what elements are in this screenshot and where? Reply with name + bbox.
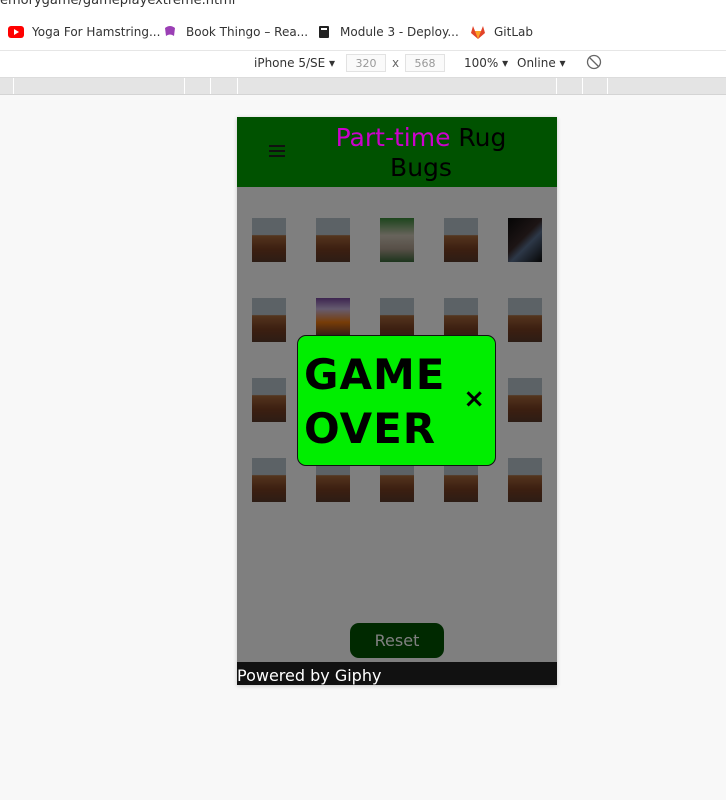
address-bar[interactable]: emorygame/gameplayextreme.html bbox=[0, 0, 726, 12]
bookmark-yoga[interactable]: Yoga For Hamstring... bbox=[8, 23, 160, 41]
close-icon[interactable]: × bbox=[463, 384, 485, 414]
youtube-icon bbox=[8, 24, 24, 40]
dimension-separator: x bbox=[392, 56, 400, 70]
bookmark-label: Book Thingo – Rea... bbox=[186, 25, 309, 39]
bookmark-gitlab[interactable]: GitLab bbox=[470, 23, 533, 41]
app-footer: Powered by Giphy bbox=[237, 662, 557, 685]
game-over-modal: GAME OVER × bbox=[297, 335, 496, 466]
device-select[interactable]: iPhone 5/SE ▾ bbox=[254, 56, 335, 70]
zoom-select[interactable]: 100% ▾ bbox=[464, 56, 508, 70]
device-toolbar: iPhone 5/SE ▾ 320 x 568 100% ▾ Online ▾ bbox=[0, 51, 726, 78]
app-header: Part-time Rug Bugs bbox=[237, 117, 557, 187]
phone-viewport: Part-time Rug Bugs Reset GAME OVER × Pow… bbox=[237, 117, 557, 685]
app-title: Part-time Rug Bugs bbox=[301, 123, 541, 183]
hamburger-menu-icon[interactable] bbox=[269, 145, 285, 159]
bookmark-book-thingo[interactable]: Book Thingo – Rea... bbox=[162, 23, 308, 41]
bookmark-label: Module 3 - Deploy... bbox=[340, 25, 459, 39]
height-field[interactable]: 568 bbox=[405, 54, 445, 72]
gitlab-icon bbox=[470, 24, 486, 40]
title-part-time: Part-time bbox=[335, 123, 451, 152]
network-label: Online bbox=[517, 56, 556, 70]
device-label: iPhone 5/SE bbox=[254, 56, 326, 70]
bookmark-label: GitLab bbox=[494, 25, 533, 39]
bookmark-module3[interactable]: Module 3 - Deploy... bbox=[316, 23, 459, 41]
bookmarks-bar: Yoga For Hamstring... Book Thingo – Rea.… bbox=[0, 12, 726, 51]
bookmark-label: Yoga For Hamstring... bbox=[32, 25, 161, 39]
rotate-icon[interactable] bbox=[586, 54, 602, 73]
bookthingo-icon bbox=[162, 24, 178, 40]
zoom-label: 100% bbox=[464, 56, 499, 70]
game-over-text: GAME OVER bbox=[304, 348, 445, 456]
book-icon bbox=[316, 24, 332, 40]
media-query-ruler bbox=[0, 78, 726, 95]
game-over-line1: GAME bbox=[304, 350, 446, 399]
url-text: emorygame/gameplayextreme.html bbox=[0, 0, 236, 8]
game-over-line2: OVER bbox=[304, 404, 437, 453]
width-field[interactable]: 320 bbox=[346, 54, 386, 72]
network-select[interactable]: Online ▾ bbox=[517, 56, 566, 70]
